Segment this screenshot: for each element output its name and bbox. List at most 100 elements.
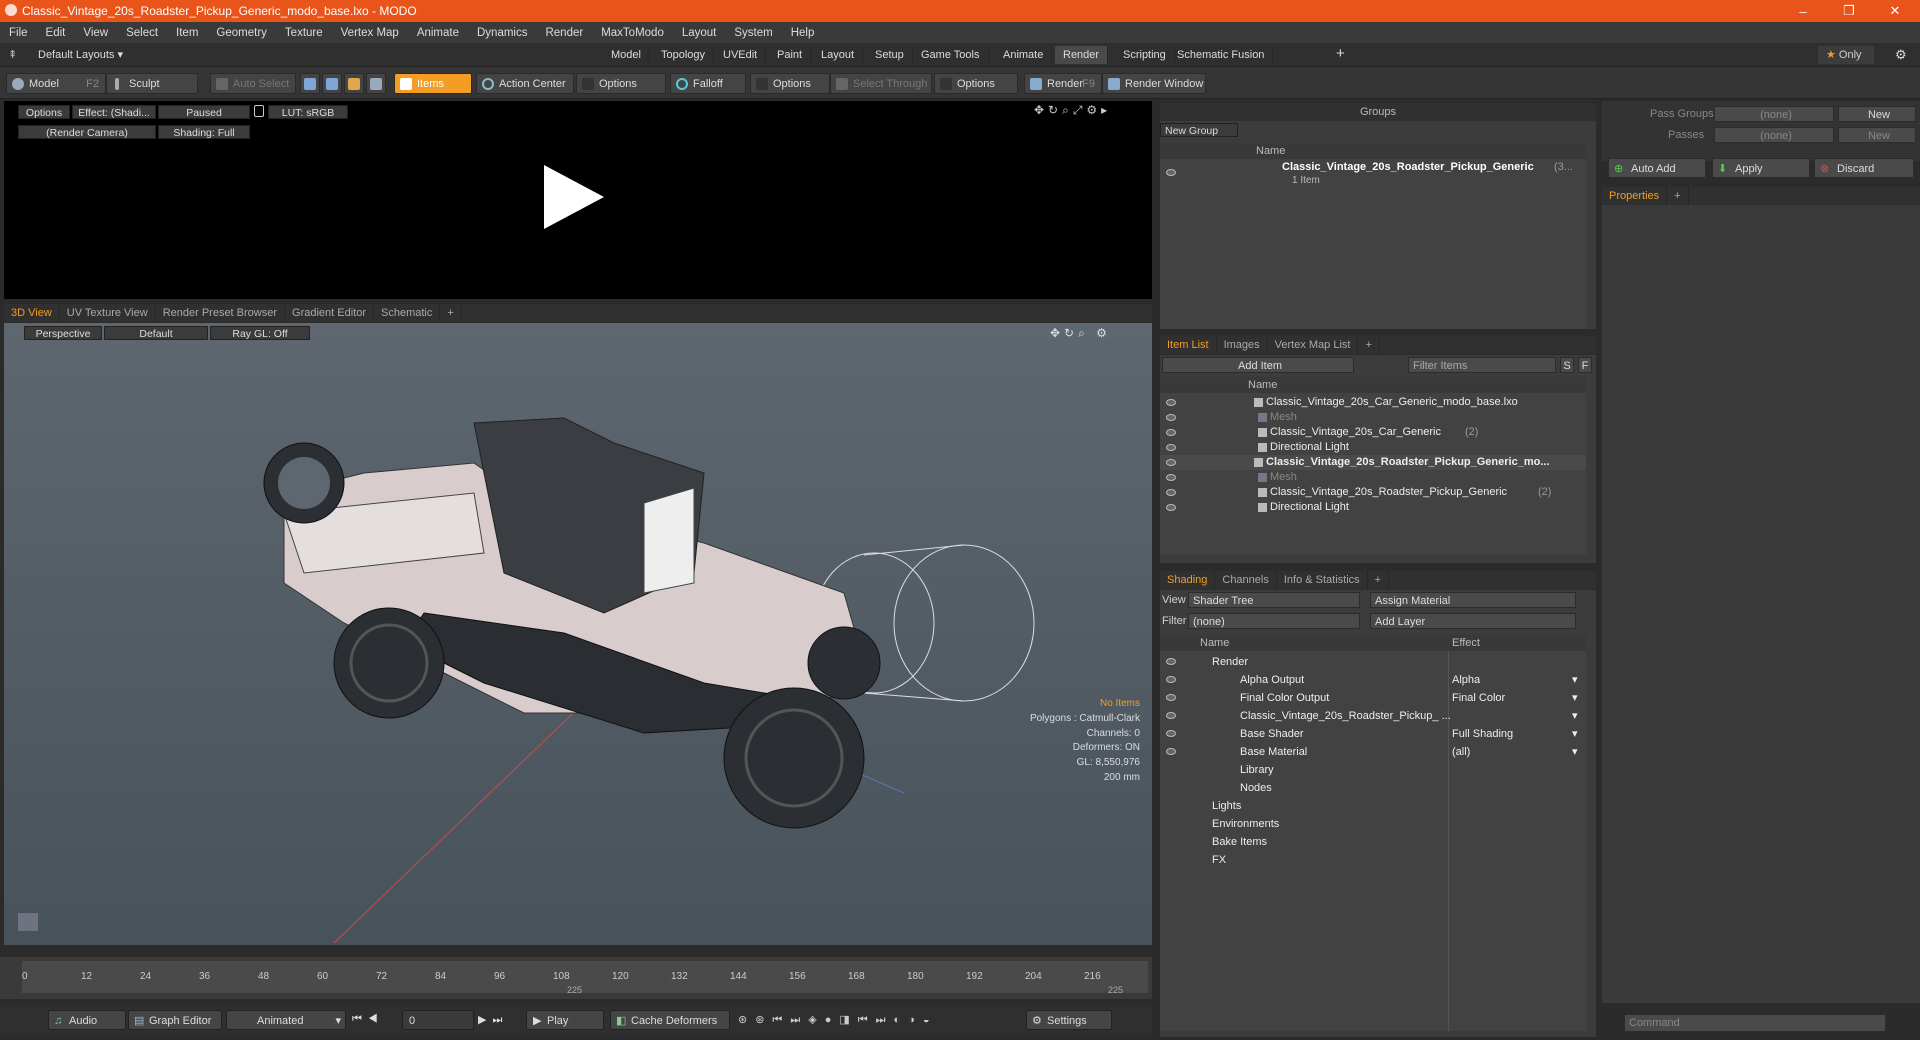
assign-material-button[interactable]: Assign Material <box>1370 592 1576 608</box>
filter-items-input[interactable]: Filter Items <box>1408 357 1556 373</box>
eye-icon[interactable] <box>1166 748 1176 755</box>
menu-texture[interactable]: Texture <box>276 27 332 39</box>
tab-channels[interactable]: Channels <box>1215 571 1277 589</box>
layout-tab-model[interactable]: Model <box>603 46 650 64</box>
eye-icon[interactable] <box>1166 399 1176 406</box>
menu-animate[interactable]: Animate <box>408 27 468 39</box>
passes-new-button[interactable]: New <box>1838 127 1916 143</box>
key-tools-icons[interactable]: ⊛⊛⏮⏭◈●◨⏮⏭◐◑◒ <box>738 1013 937 1027</box>
add-item-dropdown[interactable]: Add Item <box>1162 357 1354 373</box>
menu-maxtomodo[interactable]: MaxToModo <box>592 27 673 39</box>
menu-layout[interactable]: Layout <box>673 27 726 39</box>
menu-system[interactable]: System <box>725 27 781 39</box>
settings-button[interactable]: ⚙ Settings <box>1026 1010 1112 1030</box>
eye-icon[interactable] <box>1166 676 1176 683</box>
eye-icon[interactable] <box>1166 658 1176 665</box>
chevron-down-icon[interactable]: ▾ <box>1572 707 1578 725</box>
list-item[interactable]: Mesh <box>1160 410 1586 425</box>
menu-vertex-map[interactable]: Vertex Map <box>332 27 408 39</box>
default-layouts-dropdown[interactable]: Default Layouts ▾ <box>38 48 123 61</box>
menu-view[interactable]: View <box>74 27 117 39</box>
tab-schematic[interactable]: Schematic <box>374 304 441 322</box>
list-item[interactable]: Mesh <box>1160 470 1586 485</box>
timeline-ruler[interactable]: 0 12 24 36 48 60 72 84 96 108 120 132 144 156 168 180 19… <box>22 961 1148 993</box>
shader-item-effect[interactable]: Alpha <box>1452 671 1480 689</box>
eye-icon[interactable] <box>1166 414 1176 421</box>
shader-row[interactable]: FX <box>1160 851 1586 869</box>
polygon-mode-button[interactable] <box>344 73 364 94</box>
eye-icon[interactable] <box>1166 444 1176 451</box>
options-button-1[interactable]: Options <box>576 73 666 94</box>
vertex-mode-button[interactable] <box>300 73 320 94</box>
layout-tab-scripting[interactable]: Scripting <box>1115 46 1175 64</box>
render-preview[interactable]: Options Effect: (Shadi... Paused LUT: sR… <box>4 101 1152 299</box>
menu-help[interactable]: Help <box>782 27 824 39</box>
material-mode-button[interactable] <box>366 73 386 94</box>
chevron-down-icon[interactable]: ▾ <box>1572 689 1578 707</box>
add-layer-dropdown[interactable]: Add Layer <box>1370 613 1576 629</box>
shader-row[interactable]: Nodes <box>1160 779 1586 797</box>
shader-item-effect[interactable]: (all) <box>1452 743 1470 761</box>
itemlist-s-button[interactable]: S <box>1560 357 1574 373</box>
tab-info-statistics[interactable]: Info & Statistics <box>1277 571 1368 589</box>
shader-row[interactable]: Render <box>1160 653 1586 671</box>
list-item[interactable]: Classic_Vintage_20s_Car_Generic (2) <box>1160 425 1586 440</box>
play-button[interactable]: ▶ Play <box>526 1010 604 1030</box>
tab-gradient-editor[interactable]: Gradient Editor <box>285 304 374 322</box>
itemlist-f-button[interactable]: F <box>1578 357 1592 373</box>
tab-item-list[interactable]: Item List <box>1160 336 1217 354</box>
preview-effect-dropdown[interactable]: Effect: (Shadi... <box>72 105 156 119</box>
add-tab-icon[interactable]: + <box>1358 336 1380 354</box>
eye-icon[interactable] <box>1166 730 1176 737</box>
groups-list[interactable]: Name Classic_Vintage_20s_Roadster_Pickup… <box>1160 143 1586 329</box>
audio-button[interactable]: ♫ Audio <box>48 1010 126 1030</box>
animated-dropdown[interactable]: Animated ▾ <box>226 1010 346 1030</box>
menu-edit[interactable]: Edit <box>37 27 75 39</box>
shader-row[interactable]: Base Shader Full Shading ▾ <box>1160 725 1586 743</box>
item-list[interactable]: Name Classic_Vintage_20s_Car_Generic_mod… <box>1160 377 1586 555</box>
shader-row[interactable]: Environments <box>1160 815 1586 833</box>
command-input[interactable]: Command <box>1624 1014 1886 1032</box>
tab-properties[interactable]: Properties <box>1602 187 1668 205</box>
chevron-down-icon[interactable]: ▾ <box>1572 671 1578 689</box>
pass-groups-dropdown[interactable]: (none) <box>1714 106 1834 122</box>
transport-forward-icons[interactable]: ▶⏭ <box>478 1013 508 1027</box>
new-group-button[interactable]: New Group <box>1160 123 1238 137</box>
list-item[interactable]: Classic_Vintage_20s_Car_Generic_modo_bas… <box>1160 395 1586 410</box>
tab-render-preset-browser[interactable]: Render Preset Browser <box>156 304 286 322</box>
add-tab-icon[interactable]: + <box>1667 187 1689 205</box>
add-tab-icon[interactable]: + <box>1368 571 1390 589</box>
preview-shading-dropdown[interactable]: Shading: Full <box>158 125 250 139</box>
layout-tab-animate[interactable]: Animate <box>995 46 1053 64</box>
list-item[interactable]: Classic_Vintage_20s_Roadster_Pickup_Gene… <box>1160 455 1586 470</box>
edge-mode-button[interactable] <box>322 73 342 94</box>
play-icon[interactable] <box>544 165 604 229</box>
gear-icon[interactable]: ⚙ <box>1895 47 1907 63</box>
graph-editor-button[interactable]: ▤ Graph Editor <box>128 1010 222 1030</box>
layout-tab-paint[interactable]: Paint <box>769 46 812 64</box>
viewport-3d[interactable]: Perspective Default Ray GL: Off ✥↻⌕ ⚙ No… <box>4 323 1152 945</box>
select-through-button[interactable]: Select Through <box>830 73 932 94</box>
group-item-name[interactable]: Classic_Vintage_20s_Roadster_Pickup_Gene… <box>1282 161 1534 173</box>
layout-tab-schematic-fusion[interactable]: Schematic Fusion <box>1169 46 1274 64</box>
sculpt-button[interactable]: Sculpt <box>106 73 198 94</box>
preview-paused-button[interactable]: Paused <box>158 105 250 119</box>
eye-icon[interactable] <box>1166 474 1176 481</box>
layout-tab-render[interactable]: Render <box>1055 46 1109 64</box>
list-item[interactable]: Classic_Vintage_20s_Roadster_Pickup_Gene… <box>1160 485 1586 500</box>
shader-row[interactable]: Library <box>1160 761 1586 779</box>
lock-icon[interactable] <box>254 105 264 117</box>
timeline[interactable]: 0 12 24 36 48 60 72 84 96 108 120 132 144 156 168 180 19… <box>0 957 1152 999</box>
menu-geometry[interactable]: Geometry <box>207 27 276 39</box>
shader-row[interactable]: Base Material (all) ▾ <box>1160 743 1586 761</box>
passes-dropdown[interactable]: (none) <box>1714 127 1834 143</box>
shader-row[interactable]: Alpha Output Alpha ▾ <box>1160 671 1586 689</box>
filter-dropdown[interactable]: (none) <box>1188 613 1360 629</box>
menu-render[interactable]: Render <box>536 27 592 39</box>
render-window-button[interactable]: Render Window <box>1102 73 1206 94</box>
eye-icon[interactable] <box>1166 169 1176 176</box>
layout-tab-layout[interactable]: Layout <box>813 46 864 64</box>
add-tab-icon[interactable]: + <box>440 304 462 322</box>
chevron-down-icon[interactable]: ▾ <box>1572 725 1578 743</box>
tab-uv-texture-view[interactable]: UV Texture View <box>60 304 156 322</box>
